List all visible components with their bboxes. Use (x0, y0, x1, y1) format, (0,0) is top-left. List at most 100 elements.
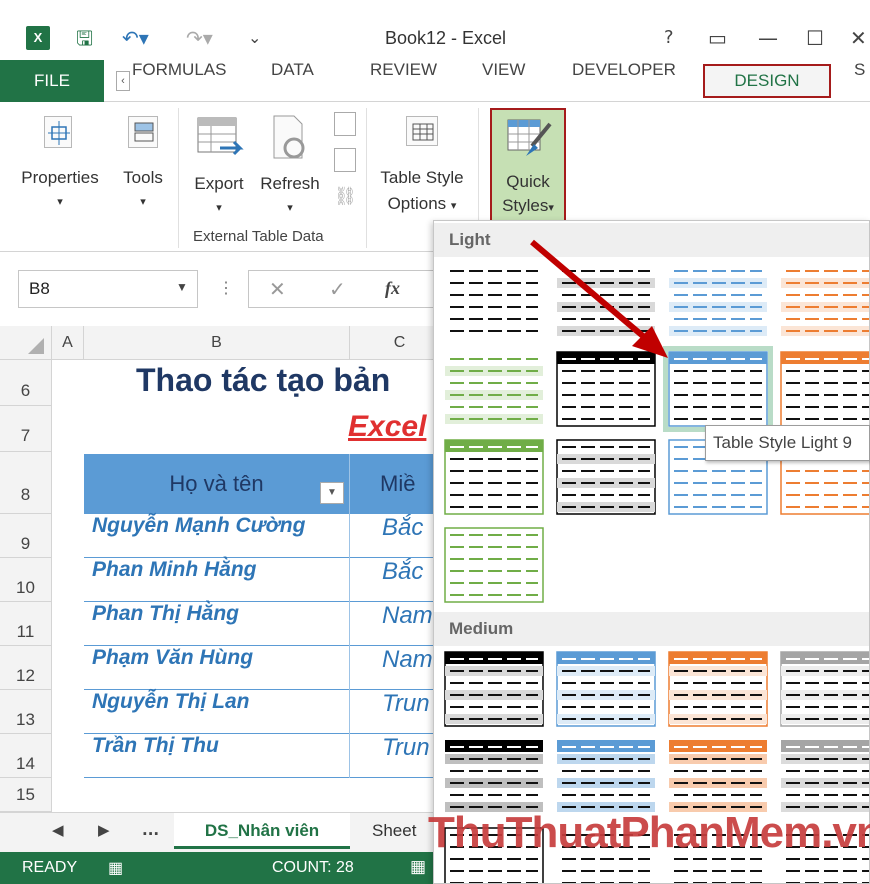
tab-developer[interactable]: DEVELOPER (572, 60, 676, 102)
filter-dropdown-icon[interactable]: ▼ (320, 482, 344, 504)
ribbon-display-options-button[interactable]: ▭ (708, 24, 727, 52)
tab-file[interactable]: FILE (0, 60, 104, 102)
row-header[interactable]: 6 (0, 360, 52, 406)
header-name[interactable]: Họ và tên (84, 454, 350, 514)
header-region[interactable]: Miề (380, 454, 415, 514)
table-style-swatch[interactable] (444, 651, 544, 727)
tools-button[interactable]: Tools ▾ (112, 110, 174, 220)
row-header[interactable]: 11 (0, 602, 52, 646)
normal-view-icon[interactable]: ▦ (410, 857, 426, 877)
row-header[interactable]: 7 (0, 406, 52, 452)
sheet-tab-active[interactable]: DS_Nhân viên (174, 813, 350, 849)
table-style-swatch[interactable] (668, 651, 768, 727)
table-style-swatch[interactable] (780, 351, 870, 427)
cell-region[interactable]: Trun (382, 690, 430, 718)
tab-review[interactable]: REVIEW (370, 60, 437, 102)
column-header-b[interactable]: B (84, 326, 350, 360)
tab-design[interactable]: DESIGN (703, 64, 831, 98)
cell-region[interactable]: Bắc (382, 558, 423, 586)
chevron-down-icon: ▾ (57, 196, 63, 208)
row-header[interactable]: 12 (0, 646, 52, 690)
cell-name[interactable]: Phan Minh Hằng (92, 558, 257, 582)
cell-name[interactable]: Phan Thị Hằng (92, 602, 239, 626)
column-header-a[interactable]: A (52, 326, 84, 360)
tab-more[interactable]: S (854, 60, 865, 102)
table-row[interactable]: Phan Minh Hằng Bắc (84, 558, 435, 602)
table-style-options-button[interactable]: Table Style Options ▾ (372, 110, 472, 220)
sheet-more-button[interactable]: ... (142, 821, 159, 839)
refresh-label: Refresh (260, 174, 320, 193)
properties-button[interactable]: Properties ▾ (14, 110, 106, 220)
sheet-tab[interactable]: Sheet (372, 821, 416, 841)
table-style-swatch[interactable] (780, 263, 870, 339)
tab-view[interactable]: VIEW (482, 60, 525, 102)
row-header[interactable]: 9 (0, 514, 52, 558)
tools-icon (128, 116, 158, 148)
maximize-button[interactable]: ☐ (806, 24, 824, 52)
tab-formulas[interactable]: FORMULAS (132, 60, 226, 102)
status-ready: READY (22, 859, 78, 876)
sheet-next-icon[interactable]: ▶ (98, 821, 110, 839)
table-style-swatch[interactable] (556, 651, 656, 727)
save-icon[interactable]: 🖫 (76, 24, 93, 52)
cell-region[interactable]: Trun (382, 734, 430, 762)
table-style-swatch[interactable] (780, 739, 870, 815)
group-label-external-table-data: External Table Data (193, 228, 324, 245)
redo-icon[interactable]: ↷▾ (186, 24, 213, 52)
select-all-corner[interactable] (0, 326, 52, 360)
cell-region[interactable]: Nam (382, 646, 433, 674)
cell-name[interactable]: Phạm Văn Hùng (92, 646, 253, 670)
table-style-swatch[interactable] (444, 739, 544, 815)
table-row[interactable]: Nguyễn Mạnh Cường Bắc (84, 514, 435, 558)
tab-scroll-left-button[interactable]: ‹ (116, 71, 130, 91)
chevron-down-icon[interactable]: ▼ (176, 280, 188, 294)
export-button[interactable]: Export ▾ (186, 110, 252, 220)
table-style-swatch[interactable] (444, 439, 544, 515)
unlink-icon[interactable]: ⛓ (334, 186, 357, 210)
column-header-c[interactable]: C (350, 326, 435, 360)
cell-name[interactable]: Nguyễn Mạnh Cường (92, 514, 305, 538)
table-style-swatch[interactable] (780, 651, 870, 727)
chevron-down-icon: ▾ (140, 196, 146, 208)
insert-function-icon[interactable]: fx (385, 278, 400, 299)
cell-region[interactable]: Bắc (382, 514, 423, 542)
worksheet-grid[interactable]: A B C 6 7 8 9 10 11 12 13 14 15 Thao tác… (0, 326, 435, 812)
close-button[interactable]: ✕ (850, 24, 867, 52)
minimize-button[interactable]: — (758, 24, 778, 52)
sheet-prev-icon[interactable]: ◀ (52, 821, 64, 839)
table-style-options-label-1: Table Style (380, 168, 464, 187)
cell-name[interactable]: Trần Thị Thu (92, 734, 219, 758)
cancel-icon[interactable]: ✕ (269, 277, 286, 302)
table-row[interactable]: Phan Thị Hằng Nam (84, 602, 435, 646)
enter-icon[interactable]: ✓ (329, 277, 346, 302)
table-style-swatch[interactable] (668, 739, 768, 815)
cell-region[interactable]: Nam (382, 602, 433, 630)
properties-small-icon[interactable] (334, 112, 356, 136)
window-title: Book12 - Excel (385, 28, 507, 48)
refresh-button[interactable]: Refresh ▾ (254, 110, 326, 220)
help-button[interactable]: ? (664, 24, 674, 52)
tab-data[interactable]: DATA (271, 60, 314, 102)
row-header[interactable]: 13 (0, 690, 52, 734)
formula-input[interactable]: ✕ ✓ fx (248, 270, 438, 308)
cell-name[interactable]: Nguyễn Thị Lan (92, 690, 250, 714)
table-style-swatch[interactable] (444, 527, 544, 603)
row-header[interactable]: 8 (0, 452, 52, 514)
row-header[interactable]: 10 (0, 558, 52, 602)
macro-record-icon[interactable]: ▦ (108, 858, 123, 878)
customize-quick-access-icon[interactable]: ⌄ (248, 24, 261, 52)
table-row[interactable]: Trần Thị Thu Trun (84, 734, 435, 778)
export-icon (197, 117, 244, 156)
table-row[interactable]: Phạm Văn Hùng Nam (84, 646, 435, 690)
quick-styles-button[interactable]: Quick Styles▾ (490, 108, 566, 222)
table-style-swatch[interactable] (556, 739, 656, 815)
table-style-swatch[interactable] (556, 439, 656, 515)
row-header[interactable]: 15 (0, 778, 52, 812)
chevron-down-icon: ▾ (287, 202, 293, 214)
open-in-browser-icon[interactable] (334, 148, 356, 172)
table-row[interactable]: Nguyễn Thị Lan Trun (84, 690, 435, 734)
name-box[interactable]: B8 (18, 270, 198, 308)
row-header[interactable]: 14 (0, 734, 52, 778)
quick-styles-label-1: Quick (506, 172, 550, 191)
undo-icon[interactable]: ↶▾ (122, 24, 149, 52)
